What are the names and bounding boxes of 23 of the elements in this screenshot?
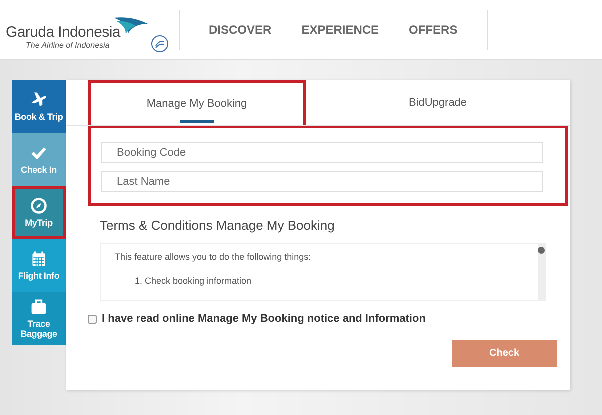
airplane-icon <box>30 91 48 109</box>
terms-title: Terms & Conditions Manage My Booking <box>100 218 336 233</box>
sidebar-tab[interactable]: Flight Info <box>12 239 66 292</box>
terms-text: 1. Check booking information <box>135 276 253 286</box>
alliance-badge-icon <box>150 34 170 54</box>
nav-link[interactable]: OFFERS <box>409 22 458 36</box>
text-field[interactable]: Last Name <box>101 171 543 192</box>
sidebar-tab[interactable]: MyTrip <box>12 186 66 239</box>
sidebar-tab[interactable]: Trace Baggage <box>12 292 66 345</box>
text-field[interactable]: Booking Code <box>101 142 543 163</box>
agree-checkbox[interactable] <box>88 314 97 324</box>
tab[interactable]: BidUpgrade <box>306 80 570 125</box>
terms-text: This feature allows you to do the following things: <box>115 252 312 262</box>
sidebar-tab[interactable]: Book & Trip <box>12 80 66 133</box>
compass-icon <box>30 197 48 215</box>
brand-tagline: The Airline of Indonesia <box>26 40 111 50</box>
suitcase-icon <box>30 298 48 316</box>
agree-label: I have read online Manage My Booking notice and Information <box>102 313 426 325</box>
brand-name: Garuda Indonesia <box>6 24 120 40</box>
nav-link[interactable]: DISCOVER <box>209 22 272 36</box>
tab[interactable]: Manage My Booking <box>88 80 306 125</box>
calendar-icon <box>30 250 48 268</box>
nav-link[interactable]: EXPERIENCE <box>302 22 380 36</box>
